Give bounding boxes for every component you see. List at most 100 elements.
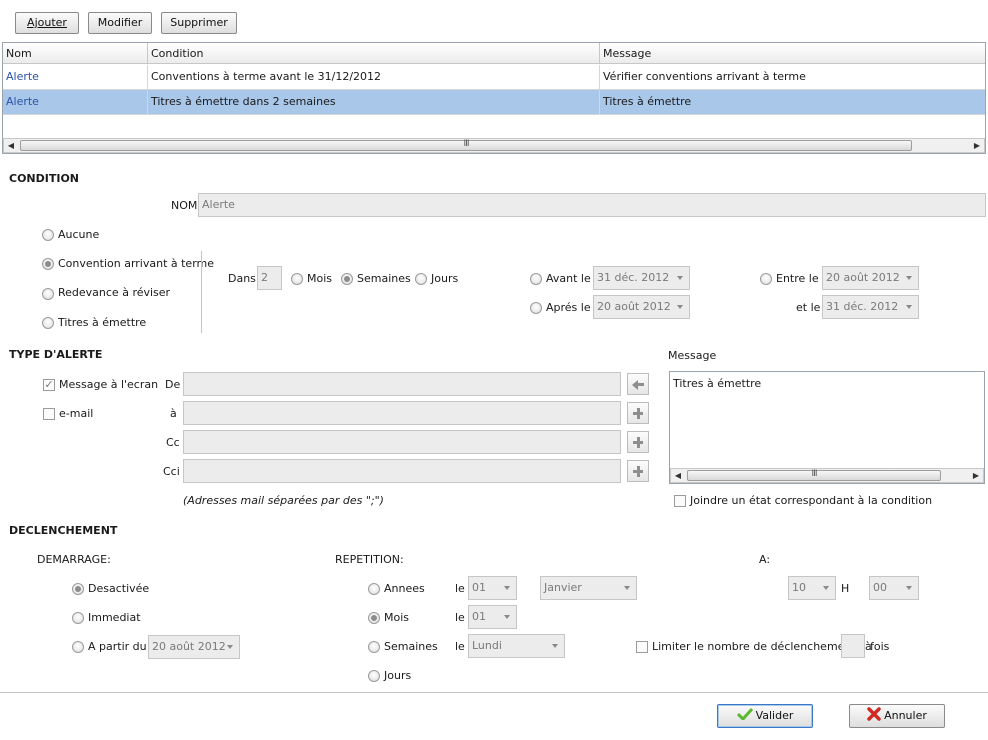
radio-jours[interactable] [415,273,427,285]
arrow-left-icon-body [637,383,644,386]
semaines-day-select[interactable]: Lundi [468,634,565,658]
cc-field[interactable] [183,430,621,454]
et-date-value: 31 déc. 2012 [826,300,899,313]
start-label: DEMARRAGE: [37,553,111,566]
mois-le-label: le [455,611,465,624]
apres-date-picker[interactable]: 20 août 2012 [593,295,690,319]
start-date-picker[interactable]: 20 août 2012 [148,635,240,659]
annees-month-value: Janvier [544,581,582,594]
delete-button[interactable]: Supprimer [161,12,237,34]
row-message: Titres à émettre [603,95,692,108]
cancel-button[interactable]: Annuler [849,704,945,728]
attach-report-label: Joindre un état correspondant à la condi… [690,494,933,507]
dans-field[interactable]: 2 [257,266,282,290]
radio-immediat[interactable] [72,612,84,624]
screen-message-checkbox[interactable]: ✓ [43,379,55,391]
attach-report-checkbox[interactable] [674,495,686,507]
table-row[interactable]: Alerte Conventions à terme avant le 31/1… [3,65,985,90]
edit-button[interactable]: Modifier [88,12,152,34]
limit-count-field[interactable] [841,634,865,658]
screen-message-label: Message à l'ecran [59,378,159,391]
radio-mois-repeat[interactable] [368,612,380,624]
scroll-left-icon[interactable]: ◀ [4,139,18,152]
et-date-picker[interactable]: 31 déc. 2012 [822,295,919,319]
radio-semaines[interactable] [341,273,353,285]
chevron-down-icon [552,644,558,648]
radio-annees[interactable] [368,583,380,595]
radio-desactivee[interactable] [72,583,84,595]
option-convention-label: Convention arrivant à terme [58,257,215,270]
close-icon [867,707,881,721]
scroll-thumb[interactable]: III [687,469,941,481]
unit-mois-label: Mois [307,272,333,285]
repeat-jours-label: Jours [384,669,412,682]
radio-mois[interactable] [291,273,303,285]
start-a-partir-label: A partir du [88,640,147,653]
scroll-left-icon[interactable]: ◀ [671,469,685,482]
cci-field[interactable] [183,459,621,483]
radio-titres[interactable] [42,317,54,329]
de-label: De [165,378,181,391]
to-field[interactable] [183,401,621,425]
scroll-thumb[interactable]: III [20,139,912,151]
minute-value: 00 [873,581,887,594]
scroll-right-icon[interactable]: ▶ [969,469,983,482]
table-horizontal-scrollbar[interactable]: ◀ III ▶ [3,138,985,153]
de-field[interactable] [183,372,621,396]
radio-apres[interactable] [530,302,542,314]
chevron-down-icon [677,276,683,280]
add-button[interactable]: Ajouter [15,12,79,34]
radio-entre[interactable] [760,273,772,285]
email-checkbox[interactable] [43,408,55,420]
minute-select[interactable]: 00 [869,576,919,600]
a-label: à [170,407,177,420]
column-header-nom[interactable]: Nom [3,43,148,64]
add-cci-button[interactable] [627,460,649,482]
table-row[interactable]: Alerte Titres à émettre dans 2 semaines … [3,90,985,115]
row-message: Vérifier conventions arrivant à terme [603,70,806,83]
semaines-le-label: le [455,640,465,653]
add-to-button[interactable] [627,402,649,424]
validate-button[interactable]: Valider [717,704,813,728]
radio-aucune[interactable] [42,229,54,241]
message-horizontal-scrollbar[interactable]: ◀ III ▶ [670,468,984,483]
radio-redevance[interactable] [42,288,54,300]
column-header-message[interactable]: Message [600,43,987,64]
semaines-day-value: Lundi [472,639,502,652]
option-aucune-label: Aucune [58,228,100,241]
scroll-grip: III [811,469,818,479]
radio-avant[interactable] [530,273,542,285]
radio-semaines-repeat[interactable] [368,641,380,653]
mois-day-select[interactable]: 01 [468,605,517,629]
limit-checkbox[interactable] [636,641,648,653]
avant-date-picker[interactable]: 31 déc. 2012 [593,266,690,290]
hour-select[interactable]: 10 [788,576,836,600]
limit-label: Limiter le nombre de déclenchements à [652,640,872,653]
add-cc-button[interactable] [627,431,649,453]
radio-jours-repeat[interactable] [368,670,380,682]
start-date-value: 20 août 2012 [152,640,226,653]
radio-a-partir-du[interactable] [72,641,84,653]
trigger-section-title: DECLENCHEMENT [9,524,118,537]
repeat-semaines-label: Semaines [384,640,438,653]
at-label: A: [759,553,771,566]
column-header-condition[interactable]: Condition [148,43,600,64]
from-back-button[interactable] [627,373,649,395]
unit-semaines-label: Semaines [357,272,411,285]
row-name: Alerte [3,90,148,114]
annees-month-select[interactable]: Janvier [540,576,637,600]
nom-label: NOM [171,199,198,212]
cci-label: Cci [163,465,180,478]
scroll-grip: III [463,139,470,149]
scroll-right-icon[interactable]: ▶ [970,139,984,152]
radio-convention[interactable] [42,258,54,270]
chevron-down-icon [227,645,233,649]
annees-day-select[interactable]: 01 [468,576,517,600]
repeat-label: REPETITION: [335,553,404,566]
h-label: H [841,582,850,595]
nom-field[interactable]: Alerte [198,193,986,217]
entre-date-picker[interactable]: 20 août 2012 [822,266,919,290]
avant-label: Avant le [546,272,591,285]
message-textarea[interactable]: Titres à émettre ◀ III ▶ [669,371,985,484]
plus-icon-vertical [637,437,640,448]
